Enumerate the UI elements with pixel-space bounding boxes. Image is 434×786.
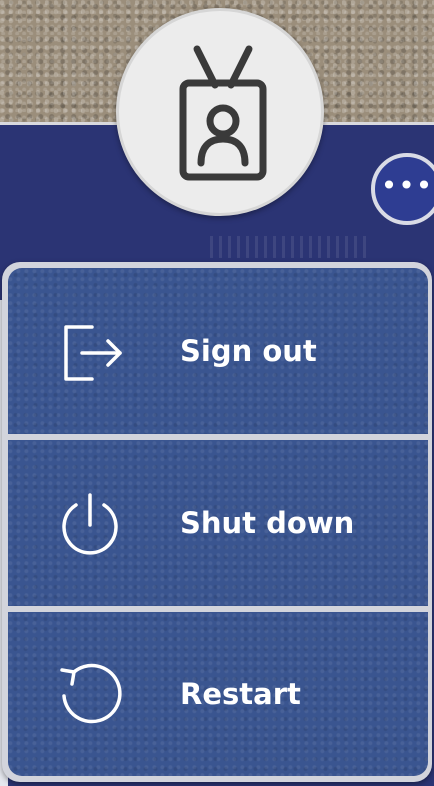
menu-item-restart[interactable]: Restart: [8, 612, 428, 776]
restart-icon: [60, 663, 122, 724]
user-avatar[interactable]: •••: [116, 8, 434, 225]
obscured-username: [210, 236, 370, 258]
restart-label: Restart: [180, 677, 301, 711]
menu-item-shut-down[interactable]: Shut down: [8, 440, 428, 606]
power-menu: Sign out Shut down Restart: [2, 262, 432, 782]
power-icon: [62, 493, 118, 555]
shut-down-label: Shut down: [180, 506, 355, 540]
more-options-button[interactable]: •••: [371, 153, 434, 225]
menu-item-sign-out[interactable]: Sign out: [8, 268, 428, 434]
id-badge-icon: [179, 45, 267, 181]
sign-out-icon: [64, 325, 122, 381]
sign-out-label: Sign out: [180, 334, 317, 368]
